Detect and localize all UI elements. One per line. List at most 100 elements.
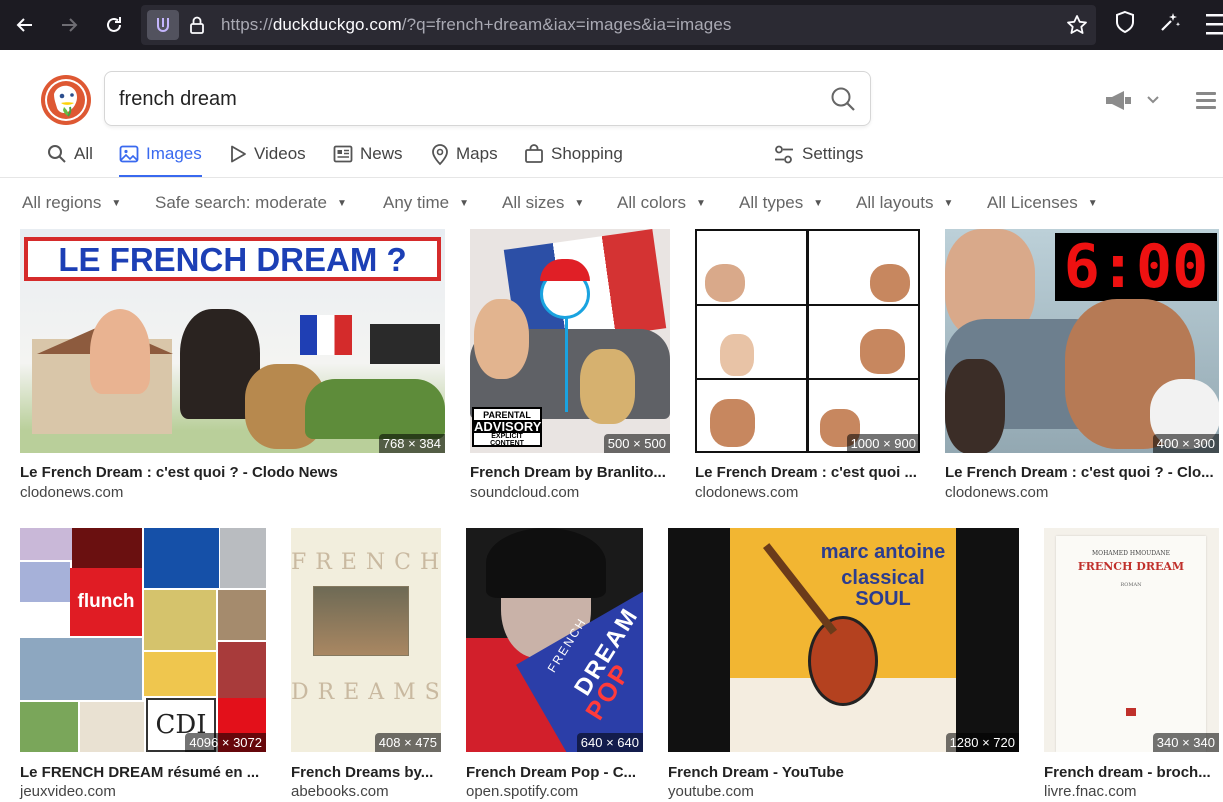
- filter-safe-search[interactable]: Safe search: moderate ▼: [155, 193, 347, 213]
- filter-regions[interactable]: All regions ▼: [22, 193, 121, 213]
- image-result[interactable]: 1000 × 900 Le French Dream : c'est quoi …: [695, 229, 920, 501]
- megaphone-icon[interactable]: [1104, 90, 1160, 117]
- back-arrow-icon[interactable]: [9, 9, 41, 41]
- address-bar[interactable]: https://duckduckgo.com/?q=french+dream&i…: [141, 5, 1096, 45]
- book-genre: ROMAN: [1120, 582, 1142, 588]
- image-result[interactable]: FRENCH DREAMS 408 × 475 French Dreams by…: [291, 528, 441, 802]
- lock-icon[interactable]: [189, 15, 205, 40]
- result-domain[interactable]: clodonews.com: [945, 484, 1048, 501]
- headline-text: LE FRENCH DREAM ?: [58, 241, 407, 278]
- menu-icon[interactable]: [1196, 92, 1216, 113]
- result-domain[interactable]: youtube.com: [668, 783, 754, 800]
- image-result[interactable]: FRENCH DREAM POP 640 × 640 French Dream …: [466, 528, 643, 802]
- search-query-text[interactable]: french dream: [119, 88, 237, 111]
- result-thumbnail[interactable]: 6:00 400 × 300: [945, 229, 1219, 453]
- result-thumbnail[interactable]: LE FRENCH DREAM ? 768 × 384: [20, 229, 445, 453]
- shield-icon[interactable]: [1114, 10, 1136, 39]
- tab-label: All: [74, 144, 93, 163]
- woman-shape: [945, 359, 1005, 453]
- image-dimensions: 400 × 300: [1152, 434, 1219, 453]
- filter-time[interactable]: Any time ▼: [383, 193, 469, 213]
- search-icon[interactable]: [830, 86, 856, 117]
- result-title[interactable]: French dream - broch...: [1044, 764, 1219, 781]
- image-dimensions: 768 × 384: [378, 434, 445, 453]
- tab-settings[interactable]: Settings: [773, 140, 863, 177]
- search-input[interactable]: french dream: [104, 71, 871, 126]
- result-title[interactable]: Le French Dream : c'est quoi ...: [695, 464, 920, 481]
- result-title[interactable]: French Dreams by...: [291, 764, 441, 781]
- caret-down-icon: ▼: [459, 198, 470, 209]
- result-thumbnail[interactable]: marc antoine classical SOUL 1280 × 720: [668, 528, 1019, 752]
- image-result[interactable]: marc antoine classical SOUL 1280 × 720 F…: [668, 528, 1019, 802]
- image-dimensions: 640 × 640: [576, 733, 643, 752]
- result-thumbnail[interactable]: PARENTAL ADVISORY EXPLICIT CONTENT 500 ×…: [470, 229, 670, 453]
- result-thumbnail[interactable]: 1000 × 900: [695, 229, 920, 453]
- alarm-clock-display: 6:00: [1055, 233, 1217, 301]
- image-result[interactable]: MOHAMED HMOUDANE FRENCH DREAM ROMAN 340 …: [1044, 528, 1219, 802]
- tracker-wand-icon[interactable]: [1158, 10, 1182, 39]
- image-result[interactable]: PARENTAL ADVISORY EXPLICIT CONTENT 500 ×…: [470, 229, 670, 501]
- caret-down-icon: ▼: [111, 198, 122, 209]
- image-result[interactable]: LE FRENCH DREAM ? 768 × 384 Le French Dr…: [20, 229, 445, 501]
- bookmark-star-icon[interactable]: [1066, 14, 1088, 41]
- result-domain[interactable]: livre.fnac.com: [1044, 783, 1137, 800]
- result-title[interactable]: French Dream by Branlito...: [470, 464, 670, 481]
- collage-tile: [20, 702, 78, 752]
- book-title: FRENCH DREAM: [1077, 560, 1185, 573]
- filter-label: All layouts: [856, 193, 934, 212]
- result-thumbnail[interactable]: MOHAMED HMOUDANE FRENCH DREAM ROMAN 340 …: [1044, 528, 1219, 752]
- tv-shape: [370, 324, 440, 364]
- image-dimensions: 1000 × 900: [846, 434, 920, 453]
- image-result[interactable]: 6:00 400 × 300 Le French Dream : c'est q…: [945, 229, 1219, 501]
- result-domain[interactable]: soundcloud.com: [470, 484, 579, 501]
- result-title[interactable]: Le FRENCH DREAM résumé en ...: [20, 764, 266, 781]
- result-domain[interactable]: jeuxvideo.com: [20, 783, 116, 800]
- url-text[interactable]: https://duckduckgo.com/?q=french+dream&i…: [221, 15, 732, 35]
- flunch-logo: flunch: [70, 568, 142, 636]
- result-title[interactable]: Le French Dream : c'est quoi ? - Clodo N…: [20, 464, 445, 481]
- result-title[interactable]: French Dream Pop - C...: [466, 764, 643, 781]
- caret-down-icon: ▼: [574, 198, 585, 209]
- result-domain[interactable]: abebooks.com: [291, 783, 389, 800]
- house-tile: [20, 638, 142, 700]
- result-thumbnail[interactable]: FRENCH DREAMS 408 × 475: [291, 528, 441, 752]
- result-domain[interactable]: clodonews.com: [20, 484, 123, 501]
- filter-sizes[interactable]: All sizes ▼: [502, 193, 584, 213]
- image-dimensions: 500 × 500: [603, 434, 670, 453]
- collage-tile: [20, 562, 70, 602]
- filter-licenses[interactable]: All Licenses ▼: [987, 193, 1098, 213]
- tab-maps[interactable]: Maps: [431, 140, 498, 177]
- tab-all[interactable]: All: [47, 140, 93, 177]
- result-title[interactable]: Le French Dream : c'est quoi ? - Clo...: [945, 464, 1219, 481]
- filter-types[interactable]: All types ▼: [739, 193, 823, 213]
- tab-shopping[interactable]: Shopping: [524, 140, 623, 177]
- result-title[interactable]: French Dream - YouTube: [668, 764, 1019, 781]
- collage-tile: [144, 528, 219, 588]
- car-shape: [305, 379, 445, 439]
- forward-arrow-icon[interactable]: [53, 9, 85, 41]
- collage-tile: [218, 642, 266, 698]
- collage-tile: [220, 528, 266, 588]
- result-domain[interactable]: open.spotify.com: [466, 783, 578, 800]
- result-thumbnail[interactable]: flunch CDI 4096 × 3072: [20, 528, 266, 752]
- man-shape: [870, 264, 910, 302]
- extension-icon[interactable]: [147, 10, 179, 40]
- filter-colors[interactable]: All colors ▼: [617, 193, 706, 213]
- result-domain[interactable]: clodonews.com: [695, 484, 798, 501]
- filter-label: All colors: [617, 193, 686, 212]
- filter-layouts[interactable]: All layouts ▼: [856, 193, 953, 213]
- newspaper-icon: [333, 145, 353, 163]
- collage-tile: [218, 590, 266, 640]
- duckduckgo-logo[interactable]: [40, 74, 92, 126]
- french-flag-shape: [300, 315, 352, 355]
- tab-videos[interactable]: Videos: [229, 140, 306, 177]
- result-thumbnail[interactable]: FRENCH DREAM POP 640 × 640: [466, 528, 643, 752]
- filter-label: All types: [739, 193, 804, 212]
- caret-down-icon: ▼: [1087, 198, 1098, 209]
- image-icon: [119, 145, 139, 163]
- image-result[interactable]: flunch CDI 4096 × 3072 Le FRENCH DREAM r…: [20, 528, 266, 802]
- tab-images[interactable]: Images: [119, 140, 202, 177]
- tab-news[interactable]: News: [333, 140, 403, 177]
- reload-icon[interactable]: [98, 9, 130, 41]
- toolbar-overflow-icon[interactable]: [1206, 14, 1223, 41]
